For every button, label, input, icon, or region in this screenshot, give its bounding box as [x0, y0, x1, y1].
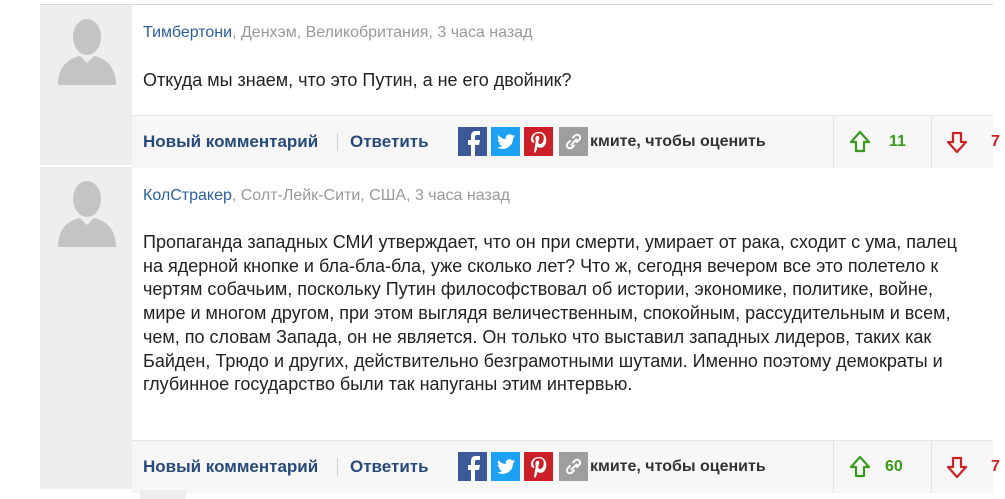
rate-prompt[interactable]: кмите, чтобы оценить: [590, 441, 766, 493]
comment-text: Пропаганда западных СМИ утверждает, что …: [143, 232, 957, 395]
pinterest-icon[interactable]: [524, 127, 553, 156]
upvote-count: 60: [885, 458, 903, 475]
vote-divider: [931, 441, 932, 493]
twitter-icon[interactable]: [491, 452, 520, 481]
location-time: , Солт-Лейк-Сити, США, 3 часа назад: [231, 187, 510, 204]
avatar-column: [40, 5, 132, 165]
upvote-count: 11: [889, 133, 906, 150]
link-icon[interactable]: [559, 127, 588, 156]
comment-text: Откуда мы знаем, что это Путин, а не его…: [143, 70, 572, 90]
comment-meta: Тимбертони, Денхэм, Великобритания, 3 ча…: [143, 24, 532, 42]
new-comment-button[interactable]: Новый комментарий: [143, 441, 318, 493]
arrow-up-icon[interactable]: [849, 130, 871, 154]
comment-2: КолСтракер, Солт-Лейк-Сити, США, 3 часа …: [40, 167, 1000, 493]
next-comment-avatar: [140, 490, 186, 499]
arrow-down-icon[interactable]: [946, 130, 968, 154]
action-divider: [337, 133, 338, 151]
comment-meta: КолСтракер, Солт-Лейк-Сити, США, 3 часа …: [143, 187, 510, 205]
comment-1: Тимбертони, Денхэм, Великобритания, 3 ча…: [40, 5, 1000, 168]
avatar-silhouette-icon: [58, 181, 116, 247]
vote-divider: [931, 116, 932, 168]
action-divider: [337, 458, 338, 476]
reply-button[interactable]: Ответить: [350, 116, 429, 168]
link-icon[interactable]: [559, 452, 588, 481]
comment-actions: Новый комментарий Ответить кмите, чтобы …: [132, 440, 1000, 493]
facebook-icon[interactable]: [458, 452, 487, 481]
location-time: , Денхэм, Великобритания, 3 часа назад: [232, 24, 533, 41]
facebook-icon[interactable]: [458, 127, 487, 156]
arrow-up-icon[interactable]: [849, 455, 871, 479]
avatar-silhouette-icon: [58, 19, 116, 85]
downvote-count: 7: [991, 458, 1000, 475]
twitter-icon[interactable]: [491, 127, 520, 156]
pinterest-icon[interactable]: [524, 452, 553, 481]
avatar-column: [40, 167, 132, 489]
author-link[interactable]: КолСтракер: [143, 187, 232, 204]
vote-divider: [833, 441, 834, 493]
reply-button[interactable]: Ответить: [350, 441, 429, 493]
vote-divider: [833, 116, 834, 168]
author-link[interactable]: Тимбертони: [143, 24, 232, 41]
arrow-down-icon[interactable]: [946, 455, 968, 479]
downvote-count: 7: [991, 133, 1000, 150]
new-comment-button[interactable]: Новый комментарий: [143, 116, 318, 168]
rate-prompt[interactable]: кмите, чтобы оценить: [590, 116, 766, 168]
comment-actions: Новый комментарий Ответить кмите, чтобы …: [132, 115, 1000, 168]
